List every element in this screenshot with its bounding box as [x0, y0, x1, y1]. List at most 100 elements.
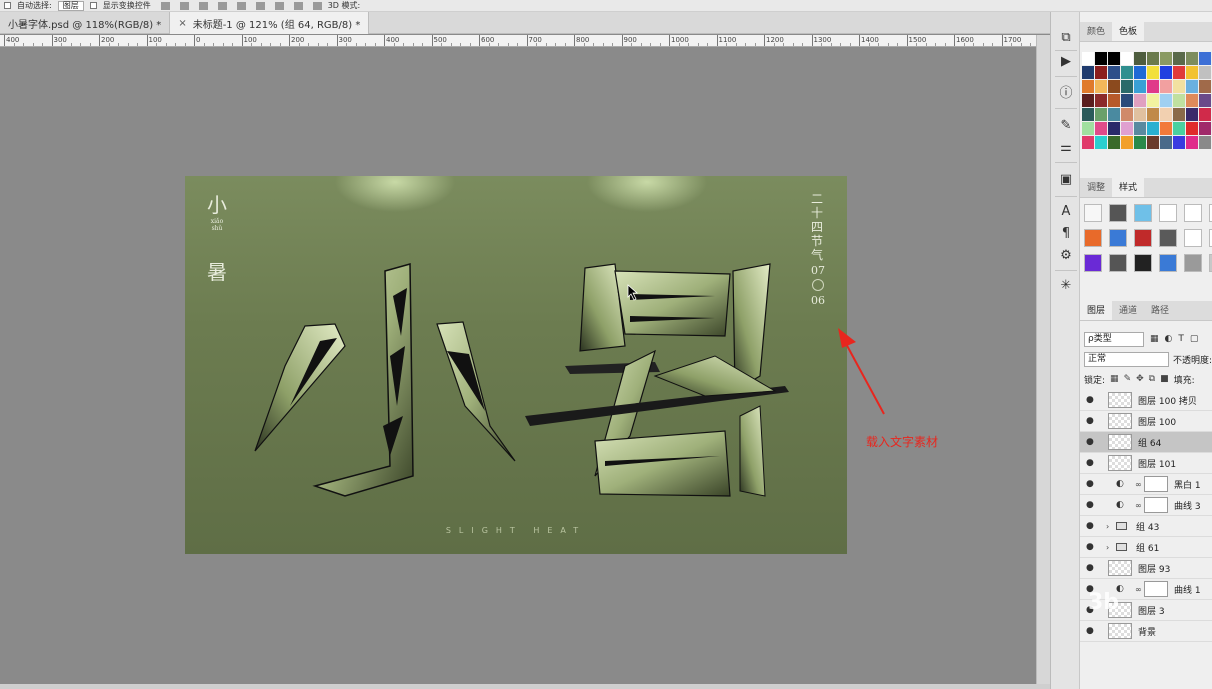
color-swatch[interactable]	[1160, 136, 1172, 149]
lock-all-icon[interactable]: ■	[1160, 374, 1169, 384]
color-swatch[interactable]	[1147, 136, 1159, 149]
visibility-eye-icon[interactable]: ●	[1086, 395, 1094, 405]
tab-swatches[interactable]: 色板	[1112, 22, 1145, 41]
color-swatch[interactable]	[1121, 52, 1133, 65]
align-right-icon[interactable]	[198, 1, 208, 10]
color-swatch[interactable]	[1095, 80, 1107, 93]
color-swatch[interactable]	[1121, 80, 1133, 93]
style-swatch[interactable]	[1134, 229, 1152, 247]
tab-adjustments[interactable]: 调整	[1080, 178, 1112, 197]
color-swatch[interactable]	[1134, 94, 1146, 107]
style-swatch[interactable]	[1109, 229, 1127, 247]
tab-color[interactable]: 颜色	[1080, 22, 1112, 41]
character-icon[interactable]: A	[1058, 204, 1074, 220]
color-swatch[interactable]	[1199, 108, 1211, 121]
color-swatch[interactable]	[1160, 80, 1172, 93]
visibility-eye-icon[interactable]: ●	[1086, 626, 1094, 636]
color-swatch[interactable]	[1108, 66, 1120, 79]
style-swatch[interactable]	[1184, 254, 1202, 272]
visibility-eye-icon[interactable]: ●	[1086, 500, 1094, 510]
color-swatch[interactable]	[1108, 94, 1120, 107]
color-swatch[interactable]	[1199, 80, 1211, 93]
distribute-h-icon[interactable]	[293, 1, 303, 10]
style-swatch[interactable]	[1109, 204, 1127, 222]
color-swatch[interactable]	[1095, 108, 1107, 121]
color-swatch[interactable]	[1095, 52, 1107, 65]
color-swatch[interactable]	[1082, 108, 1094, 121]
play-icon[interactable]: ▶	[1058, 54, 1074, 70]
color-swatch[interactable]	[1095, 122, 1107, 135]
color-swatch[interactable]	[1173, 52, 1185, 65]
color-swatch[interactable]	[1121, 136, 1133, 149]
horizontal-ruler[interactable]: 400 300 200 100 0 100 200 300 400 500 600 700 800 900…	[0, 35, 1036, 47]
shape-filter-icon[interactable]: ▢	[1190, 334, 1199, 344]
color-swatch[interactable]	[1147, 108, 1159, 121]
color-swatch[interactable]	[1082, 122, 1094, 135]
color-swatch[interactable]	[1199, 52, 1211, 65]
visibility-eye-icon[interactable]: ●	[1086, 416, 1094, 426]
align-bottom-icon[interactable]	[255, 1, 265, 10]
color-swatch[interactable]	[1147, 94, 1159, 107]
color-swatch[interactable]	[1134, 136, 1146, 149]
folder-icon[interactable]: ▣	[1058, 172, 1074, 188]
visibility-eye-icon[interactable]: ●	[1086, 479, 1094, 489]
auto-select-checkbox[interactable]	[4, 2, 11, 9]
auto-select-dropdown[interactable]: 图层	[57, 0, 84, 11]
style-swatch[interactable]	[1134, 204, 1152, 222]
paragraph-icon[interactable]: ¶	[1058, 226, 1074, 242]
color-swatch[interactable]	[1173, 80, 1185, 93]
color-swatch[interactable]	[1108, 122, 1120, 135]
color-swatch[interactable]	[1121, 108, 1133, 121]
color-swatch[interactable]	[1186, 80, 1198, 93]
color-swatch[interactable]	[1147, 122, 1159, 135]
color-swatch[interactable]	[1160, 108, 1172, 121]
visibility-eye-icon[interactable]: ●	[1086, 437, 1094, 447]
adjust-icon[interactable]: ⚌	[1058, 140, 1074, 156]
mask-link-icon[interactable]: ∞	[1135, 585, 1142, 594]
tab-xiaoshu-psd[interactable]: 小暑字体.psd @ 118%(RGB/8) *	[0, 12, 171, 34]
color-swatch[interactable]	[1082, 52, 1094, 65]
style-swatch[interactable]	[1184, 229, 1202, 247]
color-swatch[interactable]	[1173, 94, 1185, 107]
layer-row[interactable]: ● ◐ ∞ 曲线 3	[1080, 495, 1212, 516]
layer-kind-filter[interactable]: ρ类型	[1084, 331, 1144, 347]
distribute-icon[interactable]	[274, 1, 284, 10]
image-filter-icon[interactable]: ▦	[1150, 334, 1159, 344]
tab-styles[interactable]: 样式	[1112, 178, 1145, 197]
color-swatch[interactable]	[1186, 122, 1198, 135]
close-icon[interactable]: ×	[178, 18, 186, 29]
color-swatch[interactable]	[1108, 136, 1120, 149]
type-filter-icon[interactable]: T	[1178, 334, 1184, 344]
layer-row[interactable]: ● 图层 101	[1080, 453, 1212, 474]
color-swatch[interactable]	[1147, 66, 1159, 79]
color-swatch[interactable]	[1095, 66, 1107, 79]
align-left-icon[interactable]	[160, 1, 170, 10]
color-swatch[interactable]	[1173, 108, 1185, 121]
color-swatch[interactable]	[1108, 52, 1120, 65]
style-swatch[interactable]	[1159, 254, 1177, 272]
color-swatch[interactable]	[1147, 52, 1159, 65]
color-swatch[interactable]	[1108, 80, 1120, 93]
color-swatch[interactable]	[1199, 94, 1211, 107]
style-swatch[interactable]	[1159, 229, 1177, 247]
color-swatch[interactable]	[1199, 66, 1211, 79]
style-swatch[interactable]	[1159, 204, 1177, 222]
color-swatch[interactable]	[1186, 94, 1198, 107]
layer-row[interactable]: ● 组 64	[1080, 432, 1212, 453]
color-swatch[interactable]	[1173, 122, 1185, 135]
color-swatch[interactable]	[1121, 122, 1133, 135]
tab-channels[interactable]: 通道	[1112, 301, 1144, 320]
tab-paths[interactable]: 路径	[1144, 301, 1176, 320]
vertical-scrollbar[interactable]	[1036, 35, 1050, 684]
style-swatch[interactable]	[1084, 229, 1102, 247]
layer-row[interactable]: ● ◐ ∞ 黑白 1	[1080, 474, 1212, 495]
style-swatch[interactable]	[1134, 254, 1152, 272]
color-swatch[interactable]	[1186, 108, 1198, 121]
lock-transparent-icon[interactable]: ▦	[1110, 374, 1119, 384]
style-swatch[interactable]	[1084, 204, 1102, 222]
color-swatch[interactable]	[1199, 136, 1211, 149]
color-swatch[interactable]	[1199, 122, 1211, 135]
visibility-eye-icon[interactable]: ●	[1086, 563, 1094, 573]
color-swatch[interactable]	[1173, 136, 1185, 149]
visibility-eye-icon[interactable]: ●	[1086, 458, 1094, 468]
